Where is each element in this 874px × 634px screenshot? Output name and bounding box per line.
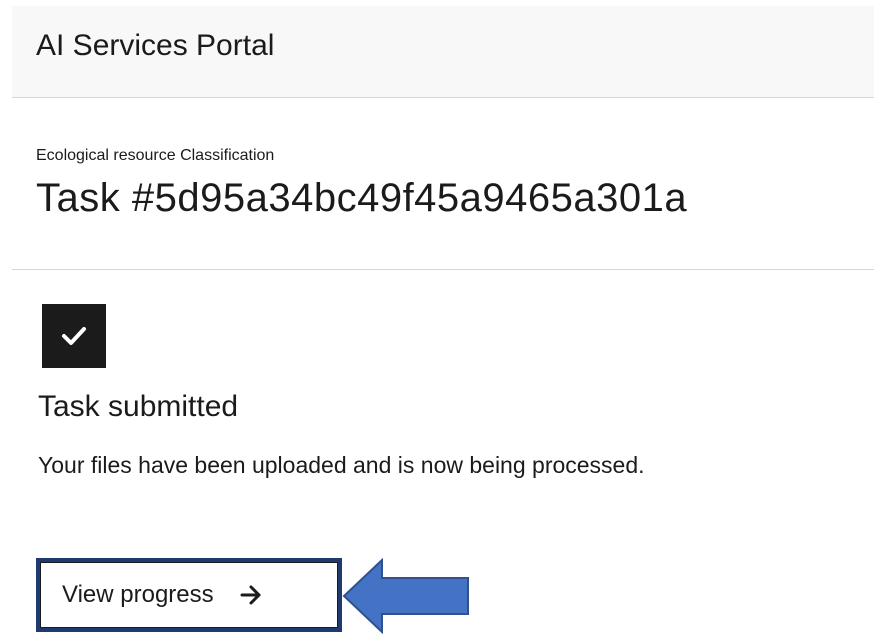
view-progress-button[interactable]: View progress [36, 558, 342, 632]
task-title: Task #5d95a34bc49f45a9465a301a [36, 176, 688, 220]
page: AI Services Portal Ecological resource C… [0, 0, 874, 634]
left-arrow-annotation-icon [342, 558, 469, 634]
arrow-right-icon [240, 585, 262, 605]
task-heading: Ecological resource Classification Task … [36, 146, 687, 222]
checkmark-icon [42, 304, 106, 368]
divider [12, 269, 874, 270]
status-description: Your files have been uploaded and is now… [38, 452, 645, 478]
portal-header: AI Services Portal [12, 6, 874, 98]
view-progress-label: View progress [62, 581, 214, 608]
task-subtitle: Ecological resource Classification [36, 147, 275, 164]
portal-title[interactable]: AI Services Portal [36, 28, 274, 64]
status-title: Task submitted [38, 390, 239, 423]
